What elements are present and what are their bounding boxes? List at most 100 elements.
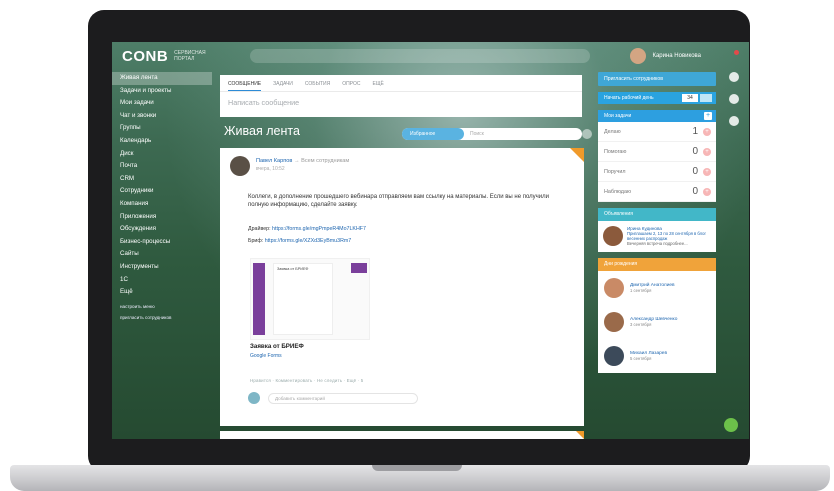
task-label: Наблюдаю <box>604 188 631 195</box>
screen: CONB СЕРВИСНАЯ ПОРТАЛ Карина Новикова Жи… <box>112 42 749 439</box>
sidebar-item-sites[interactable]: Сайты <box>112 248 212 261</box>
gear-icon[interactable] <box>582 129 592 139</box>
task-row-watching[interactable]: Наблюдаю 0 + <box>598 182 716 202</box>
preview-page-title: Заявка от БРИЕФ <box>277 267 309 271</box>
work-day-toggle[interactable] <box>700 94 712 102</box>
link-2-label: Бриф: <box>248 238 264 244</box>
comment-input[interactable]: Добавить комментарий <box>268 392 418 404</box>
contacts-icon[interactable] <box>729 116 739 126</box>
user-menu[interactable]: Карина Новикова <box>630 48 701 64</box>
tab-poll[interactable]: Опрос <box>342 81 360 91</box>
sidebar-item-tasks-projects[interactable]: Задачи и проекты <box>112 85 212 98</box>
compose-message-input[interactable]: Написать сообщение <box>220 91 582 113</box>
post-author[interactable]: Павел Карпов → Всем сотрудникам <box>256 158 349 164</box>
filter-chip[interactable]: Избранное <box>402 128 464 140</box>
birthday-name[interactable]: Александр Шевченко <box>630 317 677 322</box>
right-column: Пригласить сотрудников Начать рабочий де… <box>598 72 716 373</box>
tab-tasks[interactable]: Задачи <box>273 81 293 91</box>
task-count: 0 <box>692 166 698 177</box>
sidebar-item-apps[interactable]: Приложения <box>112 211 212 224</box>
task-label: Поручил <box>604 168 626 175</box>
tab-more[interactable]: Ещё <box>372 81 383 91</box>
preview-site[interactable]: Google Forms <box>250 353 282 359</box>
laptop-frame: CONB СЕРВИСНАЯ ПОРТАЛ Карина Новикова Жи… <box>0 0 834 491</box>
preview-title[interactable]: Заявка от БРИЕФ <box>250 343 304 350</box>
sidebar-item-mail[interactable]: Почта <box>112 160 212 173</box>
page-title: Живая лента <box>224 124 300 138</box>
user-name: Карина Новикова <box>652 53 701 59</box>
sidebar-item-feed[interactable]: Живая лента <box>112 72 212 85</box>
invite-button[interactable]: Пригласить сотрудников <box>598 72 716 86</box>
birthday-date: 1 сентября <box>630 287 652 293</box>
tasks-header[interactable]: Мои задачи + <box>598 110 716 122</box>
filter-search-input[interactable]: Поиск <box>470 128 484 140</box>
tasks-title: Мои задачи <box>604 113 632 119</box>
birthday-date: 3 сентября <box>630 321 652 327</box>
sidebar-item-tools[interactable]: Инструменты <box>112 261 212 274</box>
composer-tabs: Сообщение Задачи События Опрос Ещё <box>220 75 582 91</box>
birthday-item[interactable]: Александр Шевченко 3 сентября <box>598 305 716 339</box>
notifications-icon[interactable] <box>729 72 739 82</box>
sidebar-item-1c[interactable]: 1С <box>112 274 212 287</box>
search-icon[interactable] <box>729 94 739 104</box>
birthday-item[interactable]: Дмитрий Анатолиев 1 сентября <box>598 271 716 305</box>
plus-icon[interactable]: + <box>703 187 711 196</box>
sidebar-item-groups[interactable]: Группы <box>112 122 212 135</box>
commenter-avatar <box>248 392 260 404</box>
tab-events[interactable]: События <box>305 81 330 91</box>
birthday-name[interactable]: Михаил Лазарев <box>630 351 667 356</box>
announcement-more[interactable]: Вечерняя встреча подробнее... <box>627 241 711 246</box>
sidebar-item-processes[interactable]: Бизнес-процессы <box>112 236 212 249</box>
tab-message[interactable]: Сообщение <box>228 81 262 91</box>
link-preview-image[interactable]: Заявка от БРИЕФ <box>250 258 370 340</box>
work-day-label: Начать рабочий день <box>604 95 654 101</box>
birthday-avatar <box>604 345 624 366</box>
announcement-avatar <box>603 226 623 246</box>
sidebar-item-my-tasks[interactable]: Мои задачи <box>112 97 212 110</box>
pin-marker <box>570 148 584 162</box>
global-search-input[interactable] <box>250 49 591 63</box>
post-author-avatar[interactable] <box>230 156 250 176</box>
sidebar-item-disk[interactable]: Диск <box>112 148 212 161</box>
sidebar-item-crm[interactable]: CRM <box>112 173 212 186</box>
task-row-doing[interactable]: Делаю 1 + <box>598 122 716 142</box>
announcement-item[interactable]: Ирина Кудинова Приглашаем 2, 13 по 28 се… <box>598 221 716 252</box>
birthday-name[interactable]: Дмитрий Анатолиев <box>630 283 675 288</box>
sidebar-item-more[interactable]: Ещё <box>112 286 212 299</box>
post-link-2: Бриф: https://forms.gle/XZXd3EyBmu3Rm7 <box>248 238 351 244</box>
announcement-text[interactable]: Приглашаем 2, 13 по 28 сентября в блог в… <box>627 231 711 241</box>
sidebar-item-company[interactable]: Компания <box>112 198 212 211</box>
user-avatar <box>630 48 647 64</box>
sidebar-item-calendar[interactable]: Календарь <box>112 135 212 148</box>
post-date: вчера, 10:52 <box>256 166 285 172</box>
birthdays-title: Дни рождения <box>598 257 716 271</box>
work-day-button[interactable]: Начать рабочий день 34 <box>598 92 716 104</box>
logo-subtitle: СЕРВИСНАЯ ПОРТАЛ <box>174 50 206 62</box>
birthday-item[interactable]: Михаил Лазарев 5 сентября <box>598 339 716 373</box>
post-author-name[interactable]: Павел Карпов <box>256 158 292 164</box>
post-text: Коллеги, в дополнение прошедшего вебинар… <box>248 194 549 208</box>
task-label: Помогаю <box>604 148 627 155</box>
preview-accent-2 <box>351 263 367 273</box>
link-2-url[interactable]: https://forms.gle/XZXd3EyBmu3Rm7 <box>265 238 352 244</box>
task-row-helping[interactable]: Помогаю 0 + <box>598 142 716 162</box>
task-count: 1 <box>692 126 698 137</box>
chat-status-icon[interactable] <box>724 418 738 432</box>
post-actions[interactable]: Нравится · Комментировать · Не следить ·… <box>250 378 363 383</box>
sidebar-item-chat[interactable]: Чат и звонки <box>112 110 212 123</box>
sidebar-invite-link[interactable]: пригласить сотрудников <box>112 314 212 321</box>
plus-icon[interactable]: + <box>703 127 711 136</box>
post-recipient[interactable]: Всем сотрудникам <box>301 158 349 164</box>
tasks-widget: Мои задачи + Делаю 1 + Помогаю 0 + Поруч… <box>598 110 716 202</box>
plus-icon[interactable]: + <box>703 147 711 156</box>
logo[interactable]: CONB <box>122 48 168 65</box>
task-row-assigned[interactable]: Поручил 0 + <box>598 162 716 182</box>
sidebar-item-discussions[interactable]: Обсуждения <box>112 223 212 236</box>
sidebar-configure-link[interactable]: настроить меню <box>112 303 212 310</box>
feed-filter[interactable]: Избранное Поиск <box>402 128 582 140</box>
link-1-url[interactable]: https://forms.gle/mgPmpeR4Mo7LKHF7 <box>272 226 366 232</box>
feed-post-next <box>220 431 584 439</box>
add-task-icon[interactable]: + <box>704 112 712 120</box>
plus-icon[interactable]: + <box>703 167 711 176</box>
sidebar-item-employees[interactable]: Сотрудники <box>112 185 212 198</box>
